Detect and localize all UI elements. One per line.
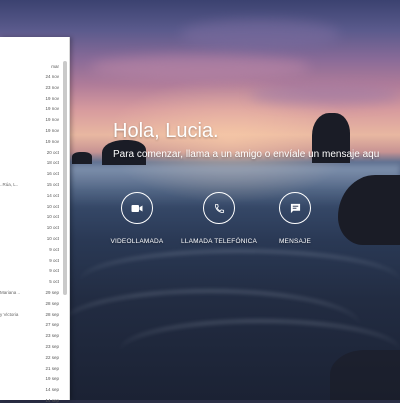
conversation-date[interactable]: 29 sep — [45, 290, 59, 295]
conversation-date[interactable]: 23 nov — [45, 85, 59, 90]
conversation-date[interactable]: 9 oct — [49, 268, 59, 273]
conversation-name[interactable]: Mariana .. — [0, 290, 20, 295]
conversation-date[interactable]: 18 oct — [47, 160, 59, 165]
conversation-date[interactable]: 15 oct — [47, 182, 59, 187]
conversation-date[interactable]: 19 nov — [45, 117, 59, 122]
video-call-label: VIDEOLLAMADA — [110, 238, 164, 245]
conversation-date[interactable]: 21 sep — [45, 366, 59, 371]
conversation-list-panel[interactable]: mar 24 nov 23 nov 19 nov 19 nov 19 nov 19 nov… — [0, 37, 70, 403]
conversation-date[interactable]: 14 sep — [45, 398, 59, 403]
message-label: MENSAJE — [278, 238, 312, 245]
conversation-date[interactable]: 10 oct — [47, 214, 59, 219]
conversation-date[interactable]: 19 nov — [45, 128, 59, 133]
scrollbar[interactable] — [63, 61, 67, 295]
cloud — [180, 20, 340, 50]
conversation-date[interactable]: 23 sep — [45, 344, 59, 349]
video-camera-icon — [131, 204, 143, 212]
list-header: mar — [51, 64, 59, 69]
rock-left — [72, 152, 92, 164]
conversation-date[interactable]: 19 nov — [45, 106, 59, 111]
conversation-date[interactable]: 23 sep — [45, 333, 59, 338]
conversation-date[interactable]: 10 oct — [47, 236, 59, 241]
phone-icon — [214, 203, 224, 213]
cloud — [90, 55, 310, 80]
message-button[interactable]: MENSAJE — [255, 192, 335, 245]
message-icon — [290, 203, 300, 213]
conversation-date[interactable]: 28 sep — [45, 312, 59, 317]
message-circle[interactable] — [279, 192, 311, 224]
conversation-date[interactable]: 10 oct — [47, 204, 59, 209]
conversation-date[interactable]: 10 oct — [47, 225, 59, 230]
conversation-name[interactable]: ..Rúa, L.. — [0, 182, 18, 187]
conversation-date[interactable]: 19 sep — [45, 376, 59, 381]
greeting-title: Hola, Lucia. — [113, 120, 219, 142]
greeting-subtitle: Para comenzar, llama a un amigo o envíal… — [113, 149, 380, 160]
phone-call-label: LLAMADA TELEFÓNICA — [180, 238, 258, 245]
conversation-date[interactable]: 28 sep — [45, 301, 59, 306]
conversation-date[interactable]: 27 sep — [45, 322, 59, 327]
conversation-date[interactable]: 19 nov — [45, 139, 59, 144]
phone-call-button[interactable]: LLAMADA TELEFÓNICA — [179, 192, 259, 245]
conversation-date[interactable]: 9 oct — [49, 258, 59, 263]
conversation-date[interactable]: 5 oct — [49, 279, 59, 284]
conversation-date[interactable]: 14 sep — [45, 387, 59, 392]
phone-call-circle[interactable] — [203, 192, 235, 224]
video-call-button[interactable]: VIDEOLLAMADA — [97, 192, 177, 245]
conversation-date[interactable]: 20 oct — [47, 150, 59, 155]
conversation-date[interactable]: 22 sep — [45, 355, 59, 360]
conversation-date[interactable]: 14 oct — [47, 193, 59, 198]
conversation-date[interactable]: 19 nov — [45, 96, 59, 101]
conversation-name[interactable]: y Victoria — [0, 312, 18, 317]
rock-foreground — [330, 350, 400, 400]
conversation-date[interactable]: 24 nov — [45, 74, 59, 79]
conversation-date[interactable]: 16 oct — [47, 171, 59, 176]
conversation-date[interactable]: 9 oct — [49, 247, 59, 252]
video-call-circle[interactable] — [121, 192, 153, 224]
cloud — [250, 85, 400, 105]
